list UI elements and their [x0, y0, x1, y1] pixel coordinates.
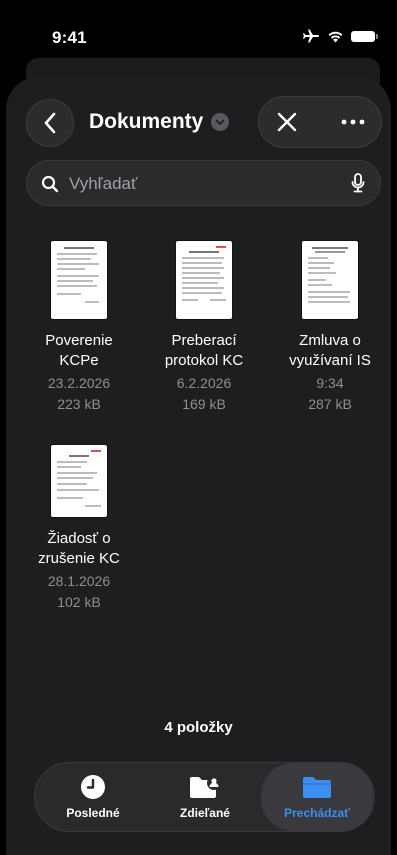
- file-meta: 6.2.2026 169 kB: [144, 373, 264, 415]
- close-icon: [277, 112, 297, 132]
- status-icons: [302, 29, 378, 43]
- file-name-line1: Zmluva o: [299, 332, 361, 349]
- tab-label: Prechádzať: [284, 806, 350, 820]
- file-item[interactable]: Žiadosť o zrušenie KC 28.1.2026 102 kB: [19, 445, 139, 613]
- file-name-line2: KCPe: [59, 352, 99, 369]
- tab-browse[interactable]: Prechádzať: [261, 763, 373, 831]
- file-meta: 9:34 287 kB: [270, 373, 390, 415]
- file-meta: 23.2.2026 223 kB: [19, 373, 139, 415]
- back-button[interactable]: [26, 99, 74, 147]
- document-thumbnail: [51, 241, 107, 319]
- tab-label: Posledné: [66, 806, 120, 820]
- file-name-line1: Poverenie: [45, 332, 113, 349]
- search-icon: [41, 175, 59, 193]
- file-name-line2: využívaní IS: [289, 352, 371, 369]
- chevron-left-icon: [44, 112, 56, 134]
- tab-recents[interactable]: Posledné: [37, 763, 149, 831]
- file-date: 28.1.2026: [47, 573, 111, 589]
- more-button[interactable]: [325, 97, 381, 147]
- airplane-icon: [303, 29, 319, 43]
- search-input[interactable]: Vyhľadať: [26, 160, 381, 206]
- file-date: 6.2.2026: [176, 375, 232, 391]
- file-size: 102 kB: [57, 594, 101, 610]
- close-button[interactable]: [259, 97, 315, 147]
- file-size: 223 kB: [57, 396, 101, 412]
- file-item[interactable]: Zmluva o využívaní IS 9:34 287 kB: [270, 241, 390, 415]
- folder-icon: [303, 777, 331, 798]
- file-name: Poverenie KCPe: [19, 331, 139, 371]
- file-item[interactable]: Poverenie KCPe 23.2.2026 223 kB: [19, 241, 139, 415]
- file-name-line2: zrušenie KC: [38, 550, 120, 567]
- shared-folder-icon: [190, 776, 221, 798]
- status-time: 9:41: [52, 28, 87, 47]
- tab-shared[interactable]: Zdieľané: [149, 763, 261, 831]
- battery-icon: [351, 30, 378, 42]
- document-thumbnail: [51, 445, 107, 517]
- file-meta: 28.1.2026 102 kB: [19, 571, 139, 613]
- actions-group: [258, 96, 382, 148]
- clock-icon: [81, 775, 105, 799]
- file-name-line1: Preberací: [171, 332, 237, 349]
- page-title: Dokumenty: [89, 110, 204, 133]
- file-date: 9:34: [316, 375, 344, 391]
- folder-title-button[interactable]: Dokumenty: [89, 102, 230, 142]
- search-placeholder: Vyhľadať: [69, 174, 138, 193]
- file-size: 287 kB: [308, 396, 352, 412]
- file-name: Žiadosť o zrušenie KC: [19, 529, 139, 569]
- file-item[interactable]: Preberací protokol KC 6.2.2026 169 kB: [144, 241, 264, 415]
- chevron-down-icon: [211, 113, 230, 131]
- status-bar: 9:41: [0, 0, 397, 58]
- document-thumbnail: [176, 241, 232, 319]
- file-name-line1: Žiadosť o: [47, 530, 111, 547]
- microphone-icon[interactable]: [351, 173, 365, 193]
- file-size: 169 kB: [182, 396, 226, 412]
- document-thumbnail: [302, 241, 358, 319]
- wifi-icon: [328, 31, 343, 42]
- tab-bar: Posledné Zdieľané Prechádzať: [34, 762, 375, 832]
- file-name: Zmluva o využívaní IS: [270, 331, 390, 371]
- more-icon: [341, 119, 365, 125]
- item-count: 4 položky: [164, 719, 233, 736]
- tab-label: Zdieľané: [180, 806, 230, 820]
- file-date: 23.2.2026: [47, 375, 111, 391]
- file-name: Preberací protokol KC: [144, 331, 264, 371]
- file-name-line2: protokol KC: [164, 352, 244, 369]
